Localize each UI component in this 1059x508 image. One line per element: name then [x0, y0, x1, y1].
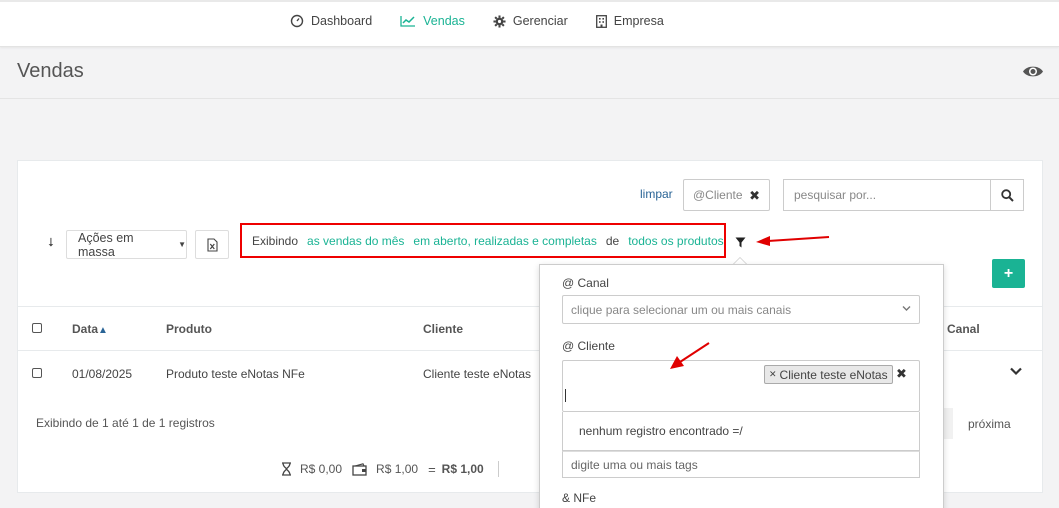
mass-actions-label: Ações em massa [78, 230, 134, 259]
select-all-checkbox[interactable] [32, 323, 42, 333]
page-title: Vendas [17, 60, 84, 82]
caret-down-icon: ▼ [178, 240, 186, 249]
row-client[interactable]: Cliente teste eNotas [423, 367, 531, 381]
filter-products-link[interactable]: todos os produtos [628, 234, 723, 248]
chevron-down-icon[interactable] [1010, 367, 1022, 376]
column-header-produto[interactable]: Produto [166, 322, 212, 336]
building-icon [595, 14, 607, 28]
canal-placeholder: clique para selecionar um ou mais canais [571, 302, 792, 317]
nav-dashboard[interactable]: Dashboard [290, 14, 372, 28]
pagination-previous[interactable] [943, 408, 953, 439]
filter-prefix: Exibindo [252, 233, 299, 248]
search-button[interactable] [990, 179, 1024, 211]
excel-file-icon [206, 237, 218, 252]
hourglass-icon [282, 462, 291, 476]
tag-hint: digite uma ou mais tags [562, 451, 920, 478]
filter-summary: Exibindo as vendas do mês em aberto, rea… [240, 223, 726, 258]
total-pending-value: R$ 0,00 [300, 462, 343, 476]
gear-icon [493, 14, 506, 28]
cliente-tag-input[interactable]: ✕ Cliente teste eNotas ✖ [562, 360, 920, 412]
tag-filter-dropdown: @ Canal clique para selecionar um ou mai… [539, 264, 944, 508]
sort-icon[interactable]: ⭣ [48, 235, 54, 250]
add-sale-button[interactable]: + [992, 259, 1025, 288]
canal-label: @ Canal [562, 276, 609, 290]
grand-total-value: R$ 1,00 [441, 462, 484, 476]
totals-bar: R$ 0,00 R$ 1,00 = R$ 1,00 [281, 461, 515, 477]
column-header-data[interactable]: Data▲ [72, 322, 108, 336]
filter-connector: de [605, 233, 620, 248]
nav-empresa[interactable]: Empresa [595, 14, 664, 28]
nav-empresa-label: Empresa [613, 14, 664, 28]
canal-select[interactable]: clique para selecionar um ou mais canais [562, 295, 920, 324]
chevron-down-icon [902, 306, 911, 311]
remove-chip-icon[interactable]: ✕ [769, 369, 777, 380]
nav-vendas-label: Vendas [423, 14, 465, 28]
top-border [0, 0, 1059, 2]
nav-gerenciar[interactable]: Gerenciar [493, 14, 568, 28]
column-header-cliente[interactable]: Cliente [423, 322, 463, 336]
line-chart-icon [400, 16, 416, 27]
search-input[interactable] [783, 179, 991, 211]
filter-period-link[interactable]: as vendas do mês [307, 234, 404, 248]
active-tag-filter[interactable]: @Cliente ✖ [683, 179, 770, 211]
total-paid: R$ 1,00 [352, 462, 418, 476]
nav-dashboard-label: Dashboard [311, 14, 373, 28]
main-nav: Dashboard Vendas Gerenciar Empresa [290, 14, 692, 28]
plus-icon: + [1003, 264, 1014, 282]
cliente-chip: ✕ Cliente teste eNotas [764, 365, 893, 384]
equals-sign: = [428, 461, 436, 477]
row-product[interactable]: Produto teste eNotas NFe [166, 367, 305, 381]
active-tag-label: @Cliente [693, 188, 743, 202]
page-header: Vendas [0, 48, 1059, 99]
gauge-icon [290, 14, 304, 28]
mass-actions-button[interactable]: Ações em massa ▼ [66, 230, 187, 259]
row-checkbox[interactable] [32, 368, 42, 378]
top-navbar: Dashboard Vendas Gerenciar Empresa [0, 0, 1059, 47]
sort-asc-icon: ▲ [98, 325, 108, 336]
nav-gerenciar-label: Gerenciar [512, 14, 568, 28]
search-icon [1000, 188, 1014, 202]
funnel-icon[interactable] [735, 237, 746, 248]
remove-tag-icon[interactable]: ✖ [749, 188, 760, 204]
total-pending: R$ 0,00 [281, 462, 342, 476]
export-excel-button[interactable] [195, 230, 229, 259]
column-header-data-label: Data [72, 322, 99, 336]
total-paid-value: R$ 1,00 [376, 462, 419, 476]
column-header-canal[interactable]: Canal [947, 322, 980, 336]
nav-vendas[interactable]: Vendas [400, 14, 465, 28]
totals-divider [497, 461, 499, 477]
clear-cliente-icon[interactable]: ✖ [896, 366, 907, 382]
eye-icon[interactable] [1022, 64, 1044, 79]
no-results-text: nenhum registro encontrado =/ [579, 424, 743, 438]
pagination-info: Exibindo de 1 até 1 de 1 registros [36, 416, 215, 430]
pagination-next[interactable]: próxima [968, 417, 1011, 431]
text-cursor [565, 389, 566, 402]
clear-filters-link[interactable]: limpar [640, 187, 673, 201]
nfe-label: & NFe [562, 491, 597, 505]
row-date: 01/08/2025 [72, 367, 133, 381]
cliente-label: @ Cliente [562, 339, 615, 353]
autocomplete-results: nenhum registro encontrado =/ [562, 412, 920, 451]
wallet-icon [352, 462, 367, 476]
cliente-chip-label: Cliente teste eNotas [779, 367, 888, 382]
filter-status-link[interactable]: em aberto, realizadas e completas [413, 234, 596, 248]
